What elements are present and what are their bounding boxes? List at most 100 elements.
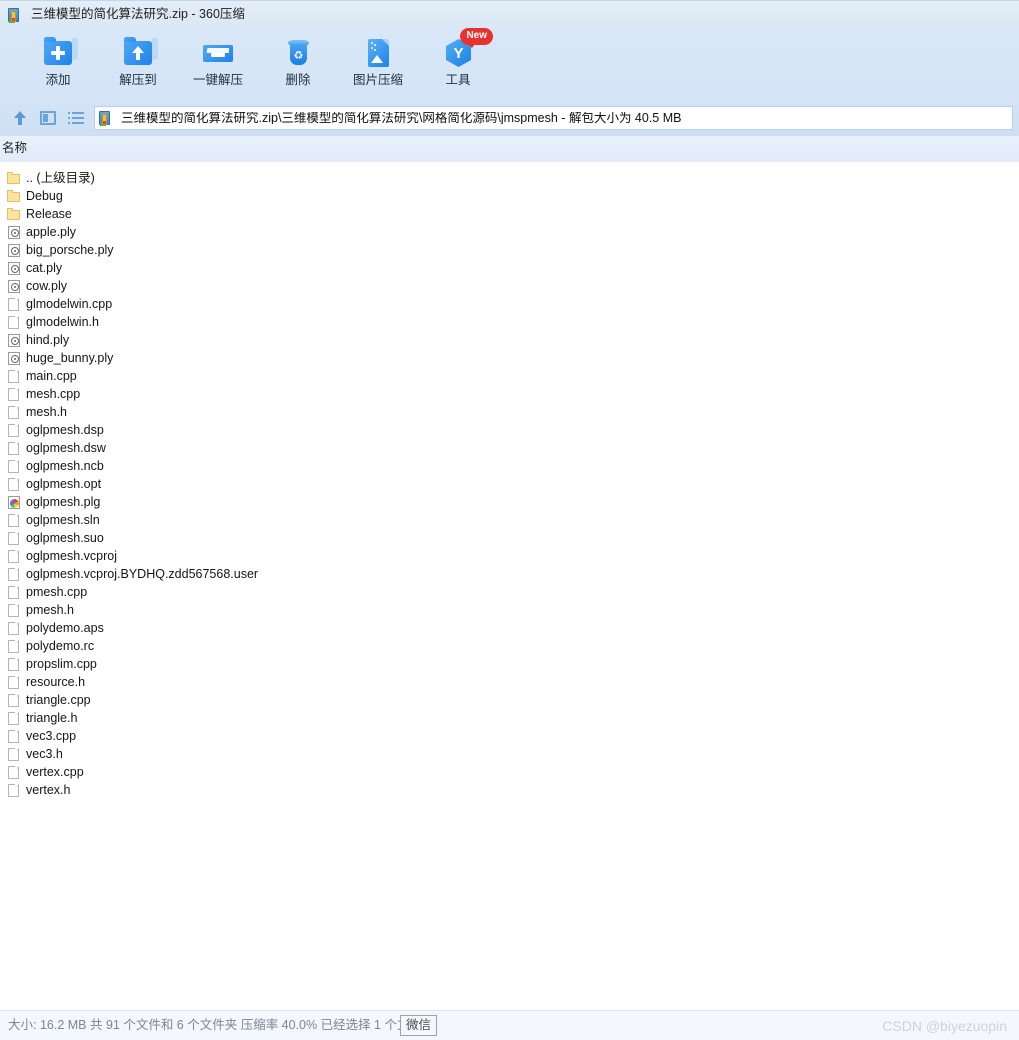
document-icon [6, 603, 21, 618]
column-header-name[interactable]: 名称 [2, 142, 27, 155]
panel-view-icon[interactable] [37, 107, 59, 129]
file-name-label: cow.ply [26, 278, 67, 293]
file-list-row[interactable]: oglpmesh.vcproj [0, 547, 1019, 565]
toolbar-button-image-compress[interactable]: 图片压缩 [338, 28, 418, 98]
file-list-row[interactable]: vec3.h [0, 745, 1019, 763]
file-list-row[interactable]: oglpmesh.dsp [0, 421, 1019, 439]
toolbar: 添加 解压到 一键解压 ♻ 删除 图片压缩 Y New 工具 [0, 28, 1019, 100]
document-icon [6, 513, 21, 528]
ply-file-icon [6, 351, 21, 366]
file-list-row[interactable]: Release [0, 205, 1019, 223]
file-list-row[interactable]: oglpmesh.plg [0, 493, 1019, 511]
one-click-extract-icon [201, 36, 235, 70]
file-name-label: big_porsche.ply [26, 242, 114, 257]
app-window: 三维模型的简化算法研究.zip - 360压缩 添加 解压到 一键解压 ♻ 删除… [0, 0, 1019, 1040]
image-compress-icon [361, 36, 395, 70]
document-icon [6, 567, 21, 582]
file-list-row[interactable]: cow.ply [0, 277, 1019, 295]
document-icon [6, 693, 21, 708]
document-icon [6, 477, 21, 492]
new-badge: New [460, 28, 493, 48]
zip-archive-icon [8, 7, 24, 23]
document-icon [6, 765, 21, 780]
file-name-label: Debug [26, 188, 63, 203]
file-name-label: polydemo.aps [26, 620, 104, 635]
folder-icon [6, 189, 21, 204]
document-icon [6, 441, 21, 456]
file-list-row[interactable]: pmesh.cpp [0, 583, 1019, 601]
file-name-label: oglpmesh.opt [26, 476, 102, 491]
file-list-row[interactable]: hind.ply [0, 331, 1019, 349]
toolbar-button-add[interactable]: 添加 [18, 28, 98, 98]
file-name-label: huge_bunny.ply [26, 350, 114, 365]
file-list-row[interactable]: mesh.h [0, 403, 1019, 421]
file-list-row[interactable]: mesh.cpp [0, 385, 1019, 403]
file-name-label: main.cpp [26, 368, 77, 383]
status-bar: 大小: 16.2 MB 共 91 个文件和 6 个文件夹 压缩率 40.0% 已… [0, 1010, 1019, 1040]
wechat-button[interactable]: 微信 [400, 1015, 438, 1036]
file-name-label: hind.ply [26, 332, 70, 347]
document-icon [6, 405, 21, 420]
toolbar-button-add-label: 添加 [45, 73, 71, 87]
file-list-row[interactable]: pmesh.h [0, 601, 1019, 619]
document-icon [6, 639, 21, 654]
file-list-row[interactable]: big_porsche.ply [0, 241, 1019, 259]
file-list-row[interactable]: huge_bunny.ply [0, 349, 1019, 367]
file-name-label: triangle.h [26, 710, 78, 725]
file-list[interactable]: .. (上级目录) Debug Release apple.ply big_porsch… [0, 162, 1019, 1010]
toolbar-button-extract-to-label: 解压到 [119, 73, 157, 87]
document-icon [6, 585, 21, 600]
toolbar-button-tools[interactable]: Y New 工具 [418, 28, 498, 98]
file-list-row[interactable]: polydemo.aps [0, 619, 1019, 637]
list-column-header: 名称 [0, 136, 1019, 162]
file-list-row[interactable]: resource.h [0, 673, 1019, 691]
file-list-row[interactable]: apple.ply [0, 223, 1019, 241]
file-list-row[interactable]: glmodelwin.h [0, 313, 1019, 331]
browser-file-icon [6, 495, 21, 510]
file-list-row[interactable]: Debug [0, 187, 1019, 205]
file-list-row[interactable]: vec3.cpp [0, 727, 1019, 745]
document-icon [6, 459, 21, 474]
document-icon [6, 747, 21, 762]
file-list-row[interactable]: vertex.h [0, 781, 1019, 799]
toolbar-button-extract-to[interactable]: 解压到 [98, 28, 178, 98]
file-name-label: vertex.h [26, 782, 71, 797]
file-list-row[interactable]: glmodelwin.cpp [0, 295, 1019, 313]
file-name-label: oglpmesh.dsp [26, 422, 104, 437]
file-list-row[interactable]: cat.ply [0, 259, 1019, 277]
ply-file-icon [6, 261, 21, 276]
file-name-label: oglpmesh.suo [26, 530, 104, 545]
file-list-row[interactable]: oglpmesh.ncb [0, 457, 1019, 475]
file-name-label: apple.ply [26, 224, 77, 239]
file-name-label: cat.ply [26, 260, 63, 275]
file-list-row[interactable]: triangle.cpp [0, 691, 1019, 709]
status-text: 大小: 16.2 MB 共 91 个文件和 6 个文件夹 压缩率 40.0% 已… [8, 1018, 410, 1033]
file-list-row[interactable]: oglpmesh.sln [0, 511, 1019, 529]
file-list-row[interactable]: oglpmesh.dsw [0, 439, 1019, 457]
file-name-label: pmesh.h [26, 602, 74, 617]
file-name-label: vec3.cpp [26, 728, 77, 743]
file-list-row[interactable]: vertex.cpp [0, 763, 1019, 781]
file-list-row[interactable]: oglpmesh.opt [0, 475, 1019, 493]
folder-add-icon [41, 36, 78, 70]
trash-icon: ♻ [281, 36, 315, 70]
address-input[interactable]: 三维模型的简化算法研究.zip\三维模型的简化算法研究\网格简化源码\jmspm… [94, 106, 1013, 130]
file-list-row[interactable]: oglpmesh.vcproj.BYDHQ.zdd567568.user [0, 565, 1019, 583]
list-view-icon[interactable] [65, 107, 87, 129]
document-icon [6, 315, 21, 330]
file-list-row[interactable]: polydemo.rc [0, 637, 1019, 655]
file-list-row[interactable]: triangle.h [0, 709, 1019, 727]
zip-archive-icon [99, 110, 115, 126]
file-list-row[interactable]: main.cpp [0, 367, 1019, 385]
toolbar-button-delete[interactable]: ♻ 删除 [258, 28, 338, 98]
file-list-row[interactable]: propslim.cpp [0, 655, 1019, 673]
toolbar-button-one-click-extract[interactable]: 一键解压 [178, 28, 258, 98]
document-icon [6, 423, 21, 438]
file-list-row[interactable]: .. (上级目录) [0, 169, 1019, 187]
file-name-label: oglpmesh.vcproj.BYDHQ.zdd567568.user [26, 566, 259, 581]
toolbar-button-one-click-extract-label: 一键解压 [192, 73, 243, 87]
toolbar-button-image-compress-label: 图片压缩 [352, 73, 403, 87]
watermark: CSDN @biyezuopin [882, 1017, 1007, 1034]
file-list-row[interactable]: oglpmesh.suo [0, 529, 1019, 547]
up-arrow-icon[interactable] [9, 107, 31, 129]
